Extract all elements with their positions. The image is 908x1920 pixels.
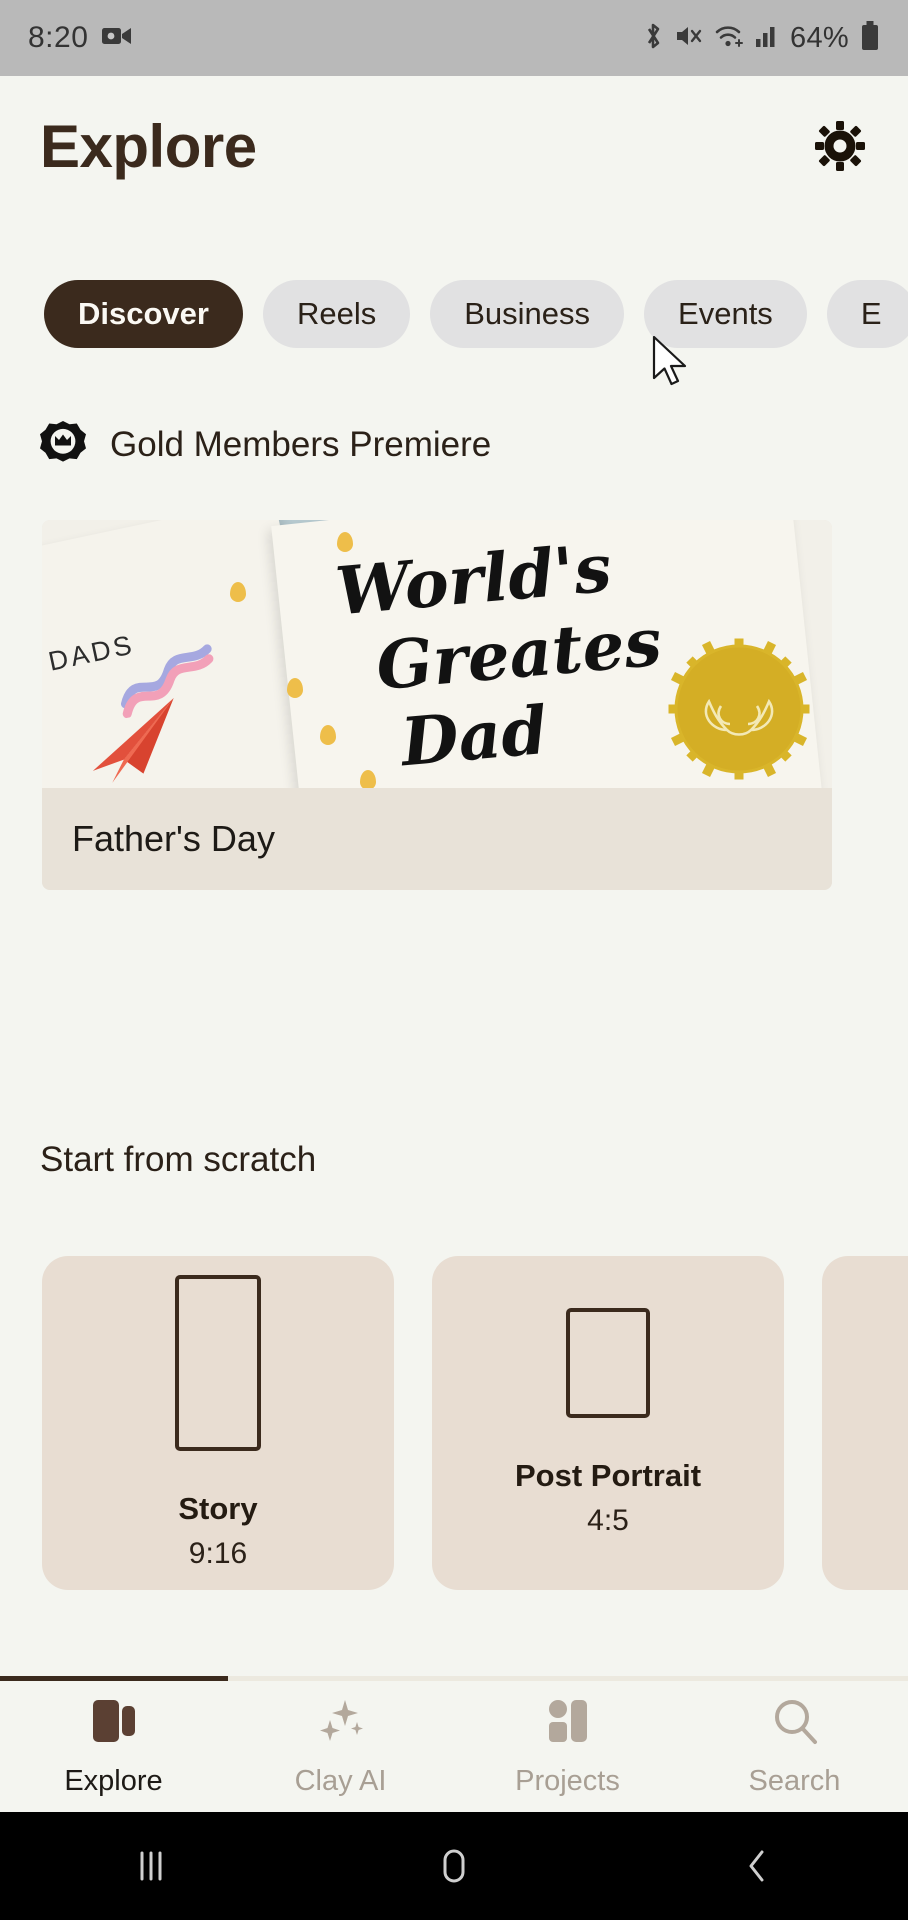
confetti-dot: [287, 678, 303, 698]
scratch-cards-row[interactable]: Story 9:16 Post Portrait 4:5: [42, 1256, 908, 1590]
nav-label: Explore: [64, 1764, 163, 1797]
mouse-cursor: [652, 335, 698, 390]
tab-business[interactable]: Business: [430, 280, 625, 348]
nav-item-projects[interactable]: Projects: [454, 1696, 681, 1798]
page-title: Explore: [40, 112, 257, 180]
video-camera-icon: [102, 25, 132, 52]
confetti-dot: [360, 770, 376, 788]
confetti-dot: [230, 582, 246, 602]
featured-template-card[interactable]: DADS World's Greates Dad Father's Day: [42, 520, 832, 890]
bottom-navigation[interactable]: Explore Clay AI Projects Search: [0, 1681, 908, 1812]
tab-reels[interactable]: Reels: [262, 280, 411, 348]
nav-label: Projects: [515, 1764, 620, 1797]
crown-badge-icon: [40, 420, 86, 471]
gear-icon[interactable]: [812, 118, 868, 174]
nav-item-clay-ai[interactable]: Clay AI: [227, 1696, 454, 1798]
scratch-card-ratio: 9:16: [188, 1537, 248, 1570]
tab-partial-next[interactable]: E: [826, 280, 908, 348]
bluetooth-icon: [642, 21, 664, 56]
nav-label: Clay AI: [294, 1764, 387, 1797]
mute-icon: [675, 23, 703, 54]
app-screen: 8:20 64% Explore Discover Reels Business…: [0, 0, 908, 1920]
scratch-card-name: Story: [178, 1491, 258, 1526]
battery-percent: 64%: [790, 21, 849, 54]
gold-members-label: Gold Members Premiere: [110, 425, 492, 464]
status-bar-left: 8:20: [28, 21, 132, 55]
scratch-card-ratio: 4:5: [587, 1504, 629, 1537]
confetti-dot: [337, 532, 353, 552]
status-time: 8:20: [28, 21, 89, 54]
android-system-nav[interactable]: [0, 1812, 908, 1920]
wifi-icon: [714, 23, 744, 54]
recents-icon[interactable]: [0, 1845, 303, 1887]
paper-plane-decoration: [74, 690, 203, 788]
scratch-card-post-portrait[interactable]: Post Portrait 4:5: [432, 1256, 784, 1590]
scratch-card-story[interactable]: Story 9:16: [42, 1256, 394, 1590]
featured-card-artwork: DADS World's Greates Dad: [42, 520, 832, 788]
nav-item-search[interactable]: Search: [681, 1696, 908, 1798]
tab-discover[interactable]: Discover: [44, 280, 243, 348]
confetti-dot: [320, 725, 336, 745]
scratch-card-partial[interactable]: [822, 1256, 908, 1590]
home-icon[interactable]: [303, 1844, 606, 1888]
search-icon: [771, 1696, 819, 1751]
portrait-rectangle-icon: [566, 1308, 650, 1418]
explore-panels-icon: [91, 1696, 137, 1751]
category-tabs[interactable]: Discover Reels Business Events E: [0, 278, 908, 350]
status-bar: 8:20 64%: [0, 0, 908, 76]
featured-card-caption: Father's Day: [42, 788, 832, 890]
gold-members-section-header: Gold Members Premiere: [40, 414, 868, 476]
tall-rectangle-icon: [175, 1275, 261, 1451]
cellular-signal-icon: [755, 23, 779, 54]
back-icon[interactable]: [605, 1844, 908, 1888]
app-header: Explore: [0, 76, 908, 216]
nav-label: Search: [748, 1764, 841, 1797]
nav-item-explore[interactable]: Explore: [0, 1696, 227, 1798]
gold-seal-icon: [664, 634, 814, 784]
start-from-scratch-heading: Start from scratch: [40, 1140, 317, 1179]
scratch-card-name: Post Portrait: [514, 1458, 702, 1493]
projects-blocks-icon: [545, 1696, 591, 1751]
sparkles-icon: [317, 1696, 365, 1751]
battery-icon: [860, 20, 880, 56]
status-bar-right: 64%: [642, 20, 880, 56]
